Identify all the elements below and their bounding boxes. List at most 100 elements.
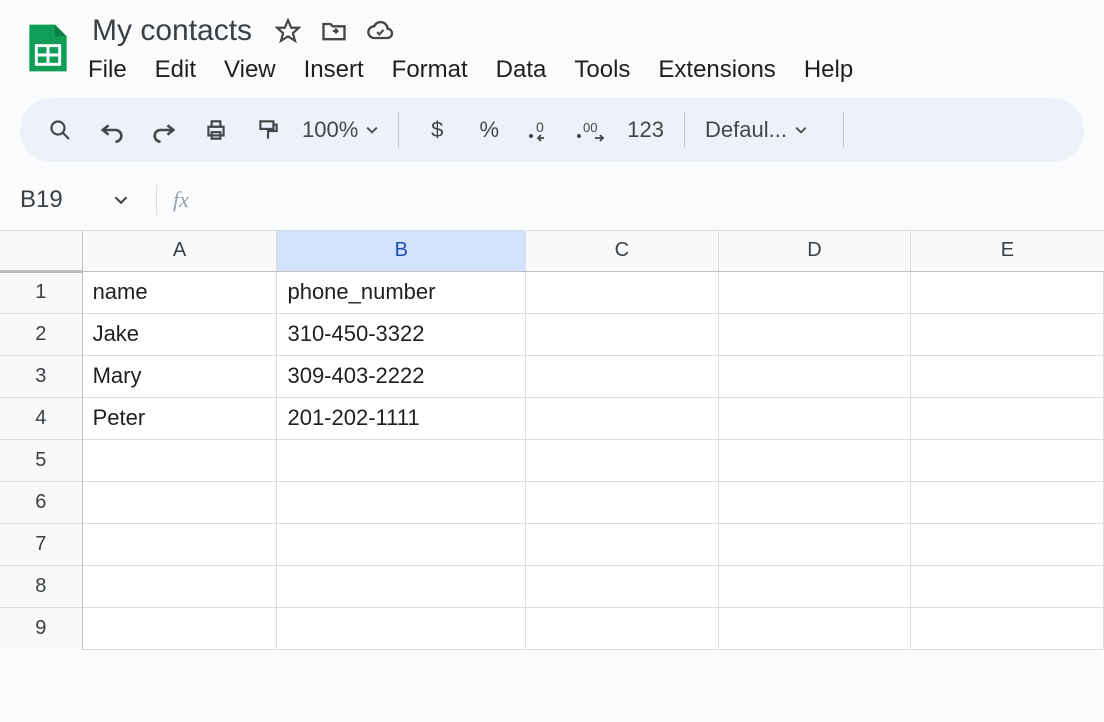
name-box[interactable]: B19: [20, 186, 140, 214]
row-header-9[interactable]: 9: [0, 607, 82, 649]
cell-D3[interactable]: [718, 355, 911, 397]
cell-C8[interactable]: [526, 565, 719, 607]
cell-E1[interactable]: [911, 271, 1104, 313]
percent-button[interactable]: %: [465, 106, 513, 154]
move-folder-icon[interactable]: [320, 17, 348, 45]
cell-B2[interactable]: 310-450-3322: [277, 313, 526, 355]
cell-A9[interactable]: [82, 607, 277, 649]
row-header-4[interactable]: 4: [0, 397, 82, 439]
menu-format[interactable]: Format: [392, 56, 468, 84]
cell-D5[interactable]: [718, 439, 911, 481]
cell-E7[interactable]: [911, 523, 1104, 565]
column-header-E[interactable]: E: [911, 231, 1104, 271]
increase-decimal-icon[interactable]: 00: [569, 106, 617, 154]
sheets-logo-icon[interactable]: [20, 20, 76, 76]
cell-D8[interactable]: [718, 565, 911, 607]
cell-E2[interactable]: [911, 313, 1104, 355]
menu-extensions[interactable]: Extensions: [658, 56, 775, 84]
cell-B8[interactable]: [277, 565, 526, 607]
cell-D9[interactable]: [718, 607, 911, 649]
cell-C3[interactable]: [526, 355, 719, 397]
menu-data[interactable]: Data: [496, 56, 547, 84]
fx-label: fx: [173, 187, 189, 213]
row-header-5[interactable]: 5: [0, 439, 82, 481]
search-icon[interactable]: [36, 106, 84, 154]
cell-C5[interactable]: [526, 439, 719, 481]
column-header-C[interactable]: C: [526, 231, 719, 271]
zoom-selector[interactable]: 100%: [296, 117, 384, 143]
undo-icon[interactable]: [88, 106, 136, 154]
formula-separator: [156, 185, 157, 215]
cell-E6[interactable]: [911, 481, 1104, 523]
cell-C7[interactable]: [526, 523, 719, 565]
currency-button[interactable]: $: [413, 106, 461, 154]
row-header-1[interactable]: 1: [0, 271, 82, 313]
cell-C9[interactable]: [526, 607, 719, 649]
cell-E9[interactable]: [911, 607, 1104, 649]
cell-E8[interactable]: [911, 565, 1104, 607]
cell-E4[interactable]: [911, 397, 1104, 439]
cell-A7[interactable]: [82, 523, 277, 565]
cell-A8[interactable]: [82, 565, 277, 607]
column-header-A[interactable]: A: [82, 231, 277, 271]
cell-B5[interactable]: [277, 439, 526, 481]
paint-format-icon[interactable]: [244, 106, 292, 154]
toolbar: 100% $ % 0 00 123 Defaul...: [20, 98, 1084, 162]
column-header-B[interactable]: B: [277, 231, 526, 271]
cell-B4[interactable]: 201-202-1111: [277, 397, 526, 439]
menu-tools[interactable]: Tools: [574, 56, 630, 84]
row-header-2[interactable]: 2: [0, 313, 82, 355]
svg-text:00: 00: [583, 120, 597, 135]
spreadsheet-grid[interactable]: ABCDE1namephone_number2Jake310-450-33223…: [0, 230, 1104, 650]
cell-E3[interactable]: [911, 355, 1104, 397]
toolbar-separator: [843, 112, 844, 148]
font-selector[interactable]: Defaul...: [699, 117, 829, 143]
cell-A5[interactable]: [82, 439, 277, 481]
chevron-down-icon: [366, 124, 378, 136]
cell-A3[interactable]: Mary: [82, 355, 277, 397]
zoom-value: 100%: [302, 117, 358, 143]
doc-title[interactable]: My contacts: [88, 12, 256, 50]
decrease-decimal-icon[interactable]: 0: [517, 106, 565, 154]
menu-edit[interactable]: Edit: [155, 56, 196, 84]
cell-B7[interactable]: [277, 523, 526, 565]
cell-B1[interactable]: phone_number: [277, 271, 526, 313]
cell-A6[interactable]: [82, 481, 277, 523]
row-header-6[interactable]: 6: [0, 481, 82, 523]
cell-D4[interactable]: [718, 397, 911, 439]
menu-insert[interactable]: Insert: [304, 56, 364, 84]
row-header-3[interactable]: 3: [0, 355, 82, 397]
cell-A1[interactable]: name: [82, 271, 277, 313]
cell-A2[interactable]: Jake: [82, 313, 277, 355]
menu-help[interactable]: Help: [804, 56, 853, 84]
column-header-D[interactable]: D: [718, 231, 911, 271]
cell-E5[interactable]: [911, 439, 1104, 481]
chevron-down-icon: [114, 193, 128, 207]
cell-C2[interactable]: [526, 313, 719, 355]
print-icon[interactable]: [192, 106, 240, 154]
cell-B6[interactable]: [277, 481, 526, 523]
cell-C6[interactable]: [526, 481, 719, 523]
select-all-corner[interactable]: [0, 231, 82, 271]
menu-bar: File Edit View Insert Format Data Tools …: [88, 50, 853, 84]
menu-file[interactable]: File: [88, 56, 127, 84]
redo-icon[interactable]: [140, 106, 188, 154]
cell-D2[interactable]: [718, 313, 911, 355]
svg-text:0: 0: [536, 119, 544, 135]
cell-B9[interactable]: [277, 607, 526, 649]
chevron-down-icon: [795, 124, 807, 136]
row-header-8[interactable]: 8: [0, 565, 82, 607]
number-format-button[interactable]: 123: [621, 106, 670, 154]
cell-C4[interactable]: [526, 397, 719, 439]
cell-D7[interactable]: [718, 523, 911, 565]
row-header-7[interactable]: 7: [0, 523, 82, 565]
cloud-saved-icon[interactable]: [366, 17, 394, 45]
toolbar-separator: [398, 112, 399, 148]
menu-view[interactable]: View: [224, 56, 276, 84]
cell-D6[interactable]: [718, 481, 911, 523]
cell-A4[interactable]: Peter: [82, 397, 277, 439]
star-icon[interactable]: [274, 17, 302, 45]
cell-B3[interactable]: 309-403-2222: [277, 355, 526, 397]
cell-D1[interactable]: [718, 271, 911, 313]
cell-C1[interactable]: [526, 271, 719, 313]
